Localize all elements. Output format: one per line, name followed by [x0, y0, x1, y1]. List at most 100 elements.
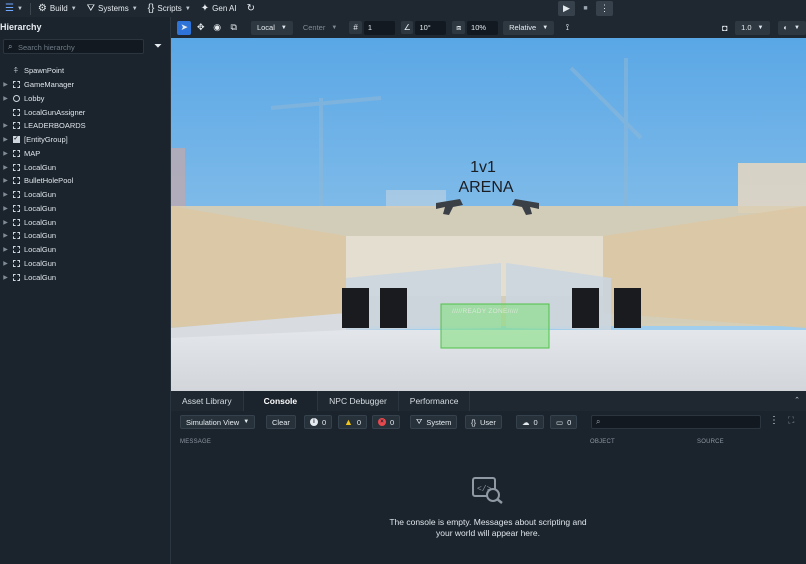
- snap-mode-dropdown[interactable]: Relative ▼: [503, 20, 555, 35]
- hierarchy-list: ⍏ SpawnPoint ▶ GameManager ▶ Lobby LocalGunAss…: [0, 64, 170, 284]
- hierarchy-item-label: LocalGun: [24, 272, 57, 282]
- server-filter-toggle[interactable]: ☁ 0: [516, 415, 544, 429]
- client-filter-toggle[interactable]: ▭ 0: [550, 415, 578, 429]
- spawn-icon: ⍏: [13, 65, 19, 75]
- hierarchy-item[interactable]: ▶ LocalGun: [0, 270, 170, 284]
- collapse-panel-button[interactable]: ⌃: [794, 391, 800, 411]
- filter-icon: ⏷: [154, 41, 162, 52]
- stop-button[interactable]: ■: [577, 1, 594, 16]
- surface-snap-icon: ⟟: [565, 22, 570, 32]
- console-more-button[interactable]: ⋮: [769, 415, 779, 426]
- chevron-right-icon[interactable]: ▶: [0, 177, 11, 184]
- console-search-input[interactable]: [606, 417, 756, 427]
- info-filter-toggle[interactable]: i 0: [304, 415, 333, 429]
- error-filter-toggle[interactable]: × 0: [372, 415, 401, 429]
- hierarchy-item-label: LocalGun: [24, 162, 57, 172]
- warning-count: 0: [356, 417, 362, 427]
- select-tool-button[interactable]: ➤: [177, 20, 192, 35]
- grid-icon: #: [353, 23, 358, 32]
- scale-snap-icon: ⧈: [456, 22, 462, 32]
- chevron-down-icon: ▼: [184, 5, 191, 12]
- systems-menu[interactable]: ⛛ Systems ▼: [82, 0, 143, 17]
- hierarchy-item[interactable]: ▶ LocalGun: [0, 202, 170, 216]
- chevron-up-icon: ⌃: [794, 397, 800, 404]
- chevron-right-icon[interactable]: ▶: [0, 164, 11, 171]
- angle-snap-toggle[interactable]: ∠: [400, 21, 414, 34]
- ready-zone-label: /////READY ZONE/////: [452, 308, 519, 315]
- more-options-button[interactable]: ⋮: [596, 1, 613, 16]
- hierarchy-item[interactable]: ▶ BulletHolePool: [0, 174, 170, 188]
- chevron-right-icon[interactable]: ▶: [0, 274, 11, 281]
- hierarchy-item[interactable]: ▶ LocalGun: [0, 188, 170, 202]
- client-count: 0: [567, 417, 572, 427]
- scale-tool-button[interactable]: ⧉: [226, 21, 240, 35]
- playback-controls: ▶ ■ ⋮: [558, 1, 613, 16]
- box-icon: [11, 177, 21, 185]
- scene-viewport[interactable]: 1v1 ARENA /////READY ZONE/////: [171, 38, 806, 391]
- hierarchy-item[interactable]: LocalGunAssigner: [0, 105, 170, 119]
- clear-button[interactable]: Clear: [266, 415, 296, 429]
- grid-snap-value: 1: [367, 23, 373, 32]
- tab-console[interactable]: Console: [243, 391, 319, 411]
- hierarchy-item[interactable]: ▶ LEADERBOARDS: [0, 119, 170, 133]
- camera-speed-dropdown[interactable]: 1.0 ▼: [735, 20, 770, 35]
- surface-snap-button[interactable]: ⟟: [560, 21, 574, 35]
- chevron-right-icon[interactable]: ▶: [0, 150, 11, 157]
- arena-sign-line1: 1v1: [470, 159, 496, 176]
- hierarchy-search-input[interactable]: [18, 41, 142, 53]
- chevron-right-icon[interactable]: ▶: [0, 219, 11, 226]
- hierarchy-item[interactable]: ▶ LocalGun: [0, 257, 170, 271]
- chevron-right-icon[interactable]: ▶: [0, 260, 11, 267]
- build-menu[interactable]: ⚙ Build ▼: [33, 0, 82, 17]
- chevron-right-icon[interactable]: ▶: [0, 122, 11, 129]
- hierarchy-search-box[interactable]: ⌕: [3, 39, 144, 54]
- move-tool-button[interactable]: ✥: [193, 21, 207, 35]
- error-icon: ×: [378, 418, 386, 426]
- genai-menu[interactable]: ✦ Gen AI: [196, 0, 242, 17]
- error-count: 0: [390, 417, 395, 427]
- hierarchy-item[interactable]: ▶ Lobby: [0, 92, 170, 106]
- refresh-button[interactable]: ↻: [242, 0, 260, 17]
- grid-snap-field[interactable]: 1: [363, 20, 395, 35]
- scale-snap-field[interactable]: 10%: [467, 20, 499, 35]
- chevron-right-icon[interactable]: ▶: [0, 95, 11, 102]
- chevron-right-icon[interactable]: ▶: [0, 81, 11, 88]
- tab-npc-debugger[interactable]: NPC Debugger: [318, 391, 399, 411]
- hierarchy-item[interactable]: ▶ GameManager: [0, 78, 170, 92]
- filter-button[interactable]: ⏷: [151, 40, 165, 54]
- hierarchy-item[interactable]: ▶ ✓ [EntityGroup]: [0, 133, 170, 147]
- camera-button[interactable]: ◘: [718, 21, 732, 35]
- grid-snap-toggle[interactable]: #: [349, 21, 362, 34]
- box-icon: [11, 204, 21, 212]
- hierarchy-item[interactable]: ▶ LocalGun: [0, 160, 170, 174]
- hierarchy-item[interactable]: ▶ LocalGun: [0, 229, 170, 243]
- system-filter-toggle[interactable]: ⛛ System: [410, 415, 458, 429]
- hierarchy-item[interactable]: ⍏ SpawnPoint: [0, 64, 170, 78]
- tab-asset-library[interactable]: Asset Library: [171, 391, 244, 411]
- pivot-dropdown[interactable]: Center ▼: [297, 21, 343, 35]
- tab-performance[interactable]: Performance: [399, 391, 471, 411]
- chevron-right-icon[interactable]: ▶: [0, 191, 11, 198]
- angle-snap-field[interactable]: 10°: [415, 20, 447, 35]
- scale-snap-toggle[interactable]: ⧈: [452, 21, 466, 34]
- warning-filter-toggle[interactable]: ▲ 0: [338, 415, 368, 429]
- render-mode-dropdown[interactable]: ◐ ▼: [777, 20, 806, 35]
- user-filter-toggle[interactable]: {} User: [465, 415, 502, 429]
- hierarchy-item[interactable]: ▶ LocalGun: [0, 243, 170, 257]
- hierarchy-item[interactable]: ▶ LocalGun: [0, 215, 170, 229]
- hierarchy-item[interactable]: ▶ MAP: [0, 147, 170, 161]
- chevron-right-icon[interactable]: ▶: [0, 205, 11, 212]
- rotate-tool-button[interactable]: ◉: [210, 21, 224, 35]
- chevron-right-icon[interactable]: ▶: [0, 246, 11, 253]
- main-menu-button[interactable]: ☰ ▼: [0, 0, 28, 17]
- console-search-box[interactable]: ⌕: [591, 415, 761, 429]
- hierarchy-item-label: LocalGun: [24, 245, 57, 255]
- chevron-right-icon[interactable]: ▶: [0, 136, 11, 143]
- chevron-right-icon[interactable]: ▶: [0, 232, 11, 239]
- scripts-menu[interactable]: {} Scripts ▼: [143, 0, 196, 17]
- view-mode-dropdown[interactable]: Simulation View ▼: [180, 415, 256, 429]
- play-button[interactable]: ▶: [558, 1, 575, 16]
- space-dropdown[interactable]: Local ▼: [250, 20, 293, 35]
- console-expand-button[interactable]: ⛶: [788, 415, 794, 426]
- column-header-message: MESSAGE: [180, 439, 212, 445]
